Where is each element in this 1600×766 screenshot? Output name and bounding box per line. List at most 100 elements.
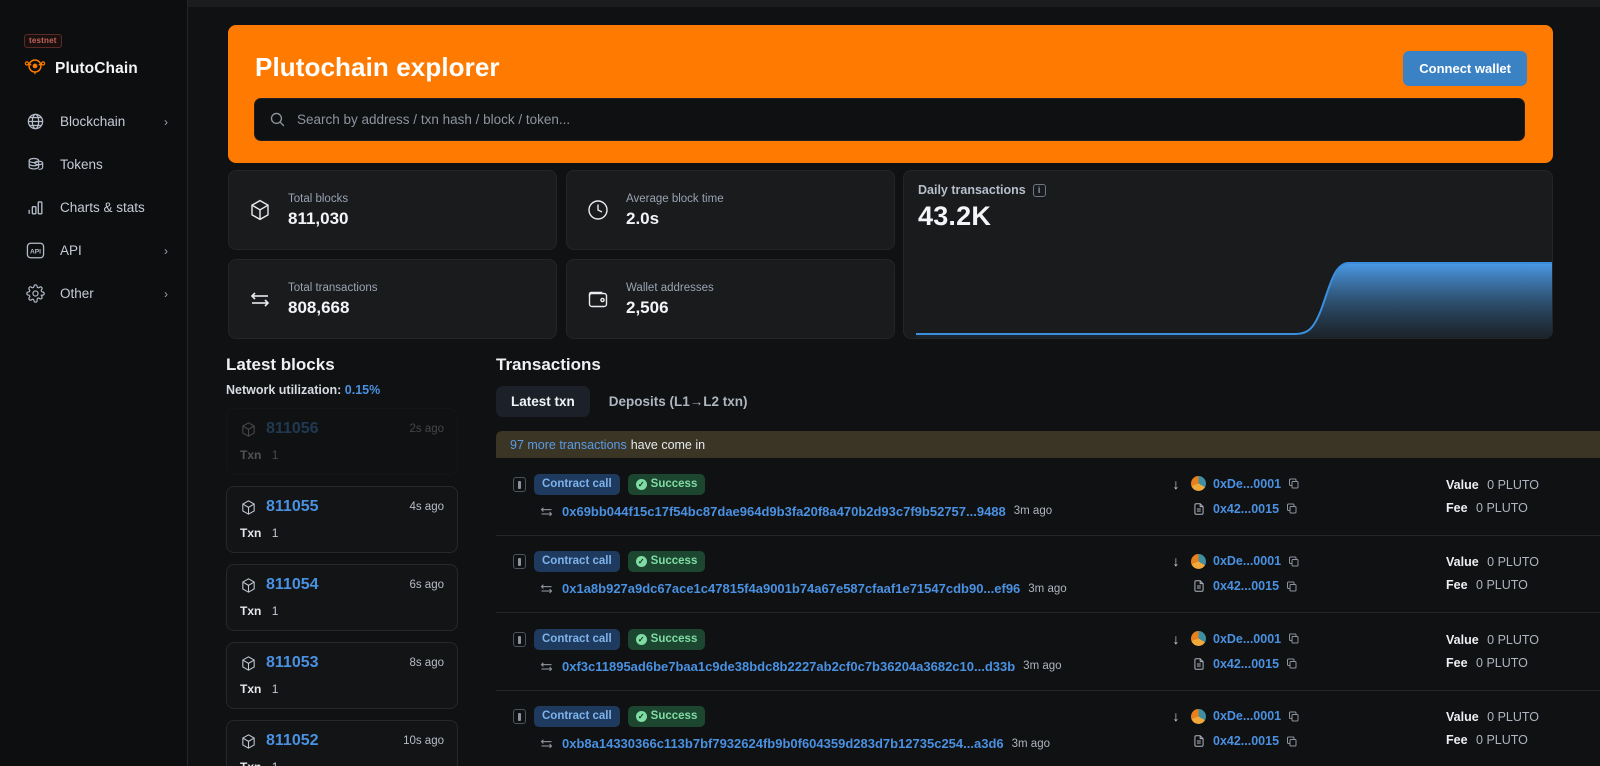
transactions-title: Transactions: [496, 355, 1600, 375]
sidebar-item-label: Other: [60, 286, 164, 301]
connect-wallet-button[interactable]: Connect wallet: [1403, 51, 1527, 86]
daily-transactions-card[interactable]: Daily transactions i 43.2K: [903, 170, 1553, 339]
check-icon: ✓: [636, 479, 647, 490]
avatar: [1191, 476, 1206, 491]
sidebar-item-charts-stats[interactable]: Charts & stats: [0, 186, 188, 229]
txn-value-amount: 0 PLUTO: [1487, 633, 1539, 647]
txn-hash[interactable]: 0xb8a14330366c113b7bf7932624fb9b0f604359…: [562, 736, 1004, 751]
txn-fee-amount: 0 PLUTO: [1476, 656, 1528, 670]
txn-fee: Fee 0 PLUTO: [1446, 578, 1600, 592]
sidebar-item-label: Charts & stats: [60, 200, 168, 215]
tab-latest-txn[interactable]: Latest txn: [496, 386, 590, 417]
stat-value: 811,030: [288, 209, 349, 229]
block-card[interactable]: 811054 6s ago Txn 1: [226, 564, 458, 631]
sidebar-item-label: API: [60, 243, 164, 258]
block-number[interactable]: 811053: [266, 654, 409, 672]
block-txn-key: Txn: [240, 682, 261, 696]
block-number[interactable]: 811054: [266, 576, 409, 594]
stat-card-total-transactions[interactable]: Total transactions 808,668: [228, 259, 557, 339]
block-txn-key: Txn: [240, 526, 261, 540]
sidebar-item-api[interactable]: API API ›: [0, 229, 188, 272]
table-row[interactable]: Contract call ✓ Success: [496, 536, 1600, 614]
txn-hash[interactable]: 0xf3c11895ad6be7baa1c9de38bdc8b2227ab2cf…: [562, 659, 1015, 674]
txn-fee-key: Fee: [1446, 501, 1468, 515]
txn-type-badge[interactable]: Contract call: [534, 551, 620, 572]
block-txn-count: 1: [272, 604, 279, 618]
txn-type-badge[interactable]: Contract call: [534, 474, 620, 495]
block-txn-count: 1: [272, 682, 279, 696]
copy-icon[interactable]: [1286, 657, 1298, 670]
block-card[interactable]: 811055 4s ago Txn 1: [226, 486, 458, 553]
copy-icon[interactable]: [1288, 710, 1300, 723]
txn-timestamp: 3m ago: [1023, 660, 1061, 672]
sidebar-item-other[interactable]: Other ›: [0, 272, 188, 315]
txn-left: Contract call ✓ Success: [496, 551, 1156, 596]
copy-icon[interactable]: [1286, 735, 1298, 748]
sidebar-item-blockchain[interactable]: Blockchain ›: [0, 100, 188, 143]
stats-row: Total blocks 811,030 Average block time …: [228, 170, 895, 250]
copy-icon[interactable]: [1288, 477, 1300, 490]
document-icon: [1192, 501, 1206, 517]
table-row[interactable]: Contract call ✓ Success: [496, 691, 1600, 766]
stat-card-total-blocks[interactable]: Total blocks 811,030: [228, 170, 557, 250]
block-number[interactable]: 811056: [266, 420, 409, 438]
stat-value: 2.0s: [626, 209, 724, 229]
txn-to-address[interactable]: 0x42...0015: [1213, 502, 1279, 516]
table-row[interactable]: Contract call ✓ Success: [496, 458, 1600, 536]
block-number[interactable]: 811052: [266, 732, 403, 750]
copy-icon[interactable]: [1286, 502, 1298, 515]
more-transactions-banner[interactable]: 97 more transactions have come in: [496, 431, 1600, 458]
block-card[interactable]: 811056 2s ago Txn 1: [226, 408, 458, 475]
txn-type-badge[interactable]: Contract call: [534, 706, 620, 727]
cube-icon: [240, 655, 257, 672]
txn-to-address[interactable]: 0x42...0015: [1213, 734, 1279, 748]
sidebar-item-label: Blockchain: [60, 114, 164, 129]
txn-badges: Contract call ✓ Success: [513, 706, 1156, 727]
txn-from-address[interactable]: 0xDe...0001: [1213, 554, 1281, 568]
txn-hash[interactable]: 0x1a8b927a9dc67ace1c47815f4a9001b74a67e5…: [562, 581, 1020, 596]
more-transactions-link[interactable]: 97 more transactions: [510, 438, 627, 452]
stat-text: Wallet addresses 2,506: [626, 281, 714, 318]
block-txn-count: 1: [272, 448, 279, 462]
wallet-icon: [585, 286, 611, 312]
brand-row[interactable]: PlutoChain: [24, 55, 138, 82]
more-transactions-text: have come in: [631, 438, 705, 452]
copy-icon[interactable]: [1288, 555, 1300, 568]
document-icon: [1192, 578, 1206, 594]
txn-hash-line: 0x1a8b927a9dc67ace1c47815f4a9001b74a67e5…: [513, 581, 1156, 596]
stat-card-wallet-addresses[interactable]: Wallet addresses 2,506: [566, 259, 895, 339]
table-row[interactable]: Contract call ✓ Success: [496, 613, 1600, 691]
block-card-top: 811056 2s ago: [240, 420, 444, 438]
block-card[interactable]: 811053 8s ago Txn 1: [226, 642, 458, 709]
status-badge-label: Success: [651, 478, 698, 491]
txn-addresses: ↓ 0xDe...0001: [1156, 553, 1446, 594]
txn-to-address[interactable]: 0x42...0015: [1213, 657, 1279, 671]
document-icon: [1192, 656, 1206, 672]
txn-from-address[interactable]: 0xDe...0001: [1213, 632, 1281, 646]
block-number[interactable]: 811055: [266, 498, 409, 516]
search-input[interactable]: [297, 112, 1510, 127]
copy-icon[interactable]: [1288, 632, 1300, 645]
txn-type-badge[interactable]: Contract call: [534, 629, 620, 650]
txn-addresses: ↓ 0xDe...0001: [1156, 631, 1446, 672]
search-bar[interactable]: [254, 98, 1525, 141]
stat-card-average-block-time[interactable]: Average block time 2.0s: [566, 170, 895, 250]
sidebar-item-tokens[interactable]: Tokens: [0, 143, 188, 186]
txn-hash[interactable]: 0x69bb044f15c17f54bc87dae964d9b3fa20f8a4…: [562, 504, 1006, 519]
txn-fee: Fee 0 PLUTO: [1446, 501, 1600, 515]
brand-name: PlutoChain: [55, 60, 138, 78]
chevron-right-icon: ›: [164, 116, 168, 128]
txn-type-icon: [513, 554, 526, 569]
txn-from-address[interactable]: 0xDe...0001: [1213, 477, 1281, 491]
block-card[interactable]: 811052 10s ago Txn 1: [226, 720, 458, 766]
txn-timestamp: 3m ago: [1028, 583, 1066, 595]
stat-text: Average block time 2.0s: [626, 192, 724, 229]
status-badge: ✓ Success: [628, 629, 706, 650]
txn-badges: Contract call ✓ Success: [513, 629, 1156, 650]
tab-deposits[interactable]: Deposits (L1→L2 txn): [594, 386, 763, 417]
txn-from-address[interactable]: 0xDe...0001: [1213, 709, 1281, 723]
info-icon[interactable]: i: [1033, 184, 1046, 197]
txn-to-address[interactable]: 0x42...0015: [1213, 579, 1279, 593]
cube-icon: [240, 499, 257, 516]
copy-icon[interactable]: [1286, 580, 1298, 593]
